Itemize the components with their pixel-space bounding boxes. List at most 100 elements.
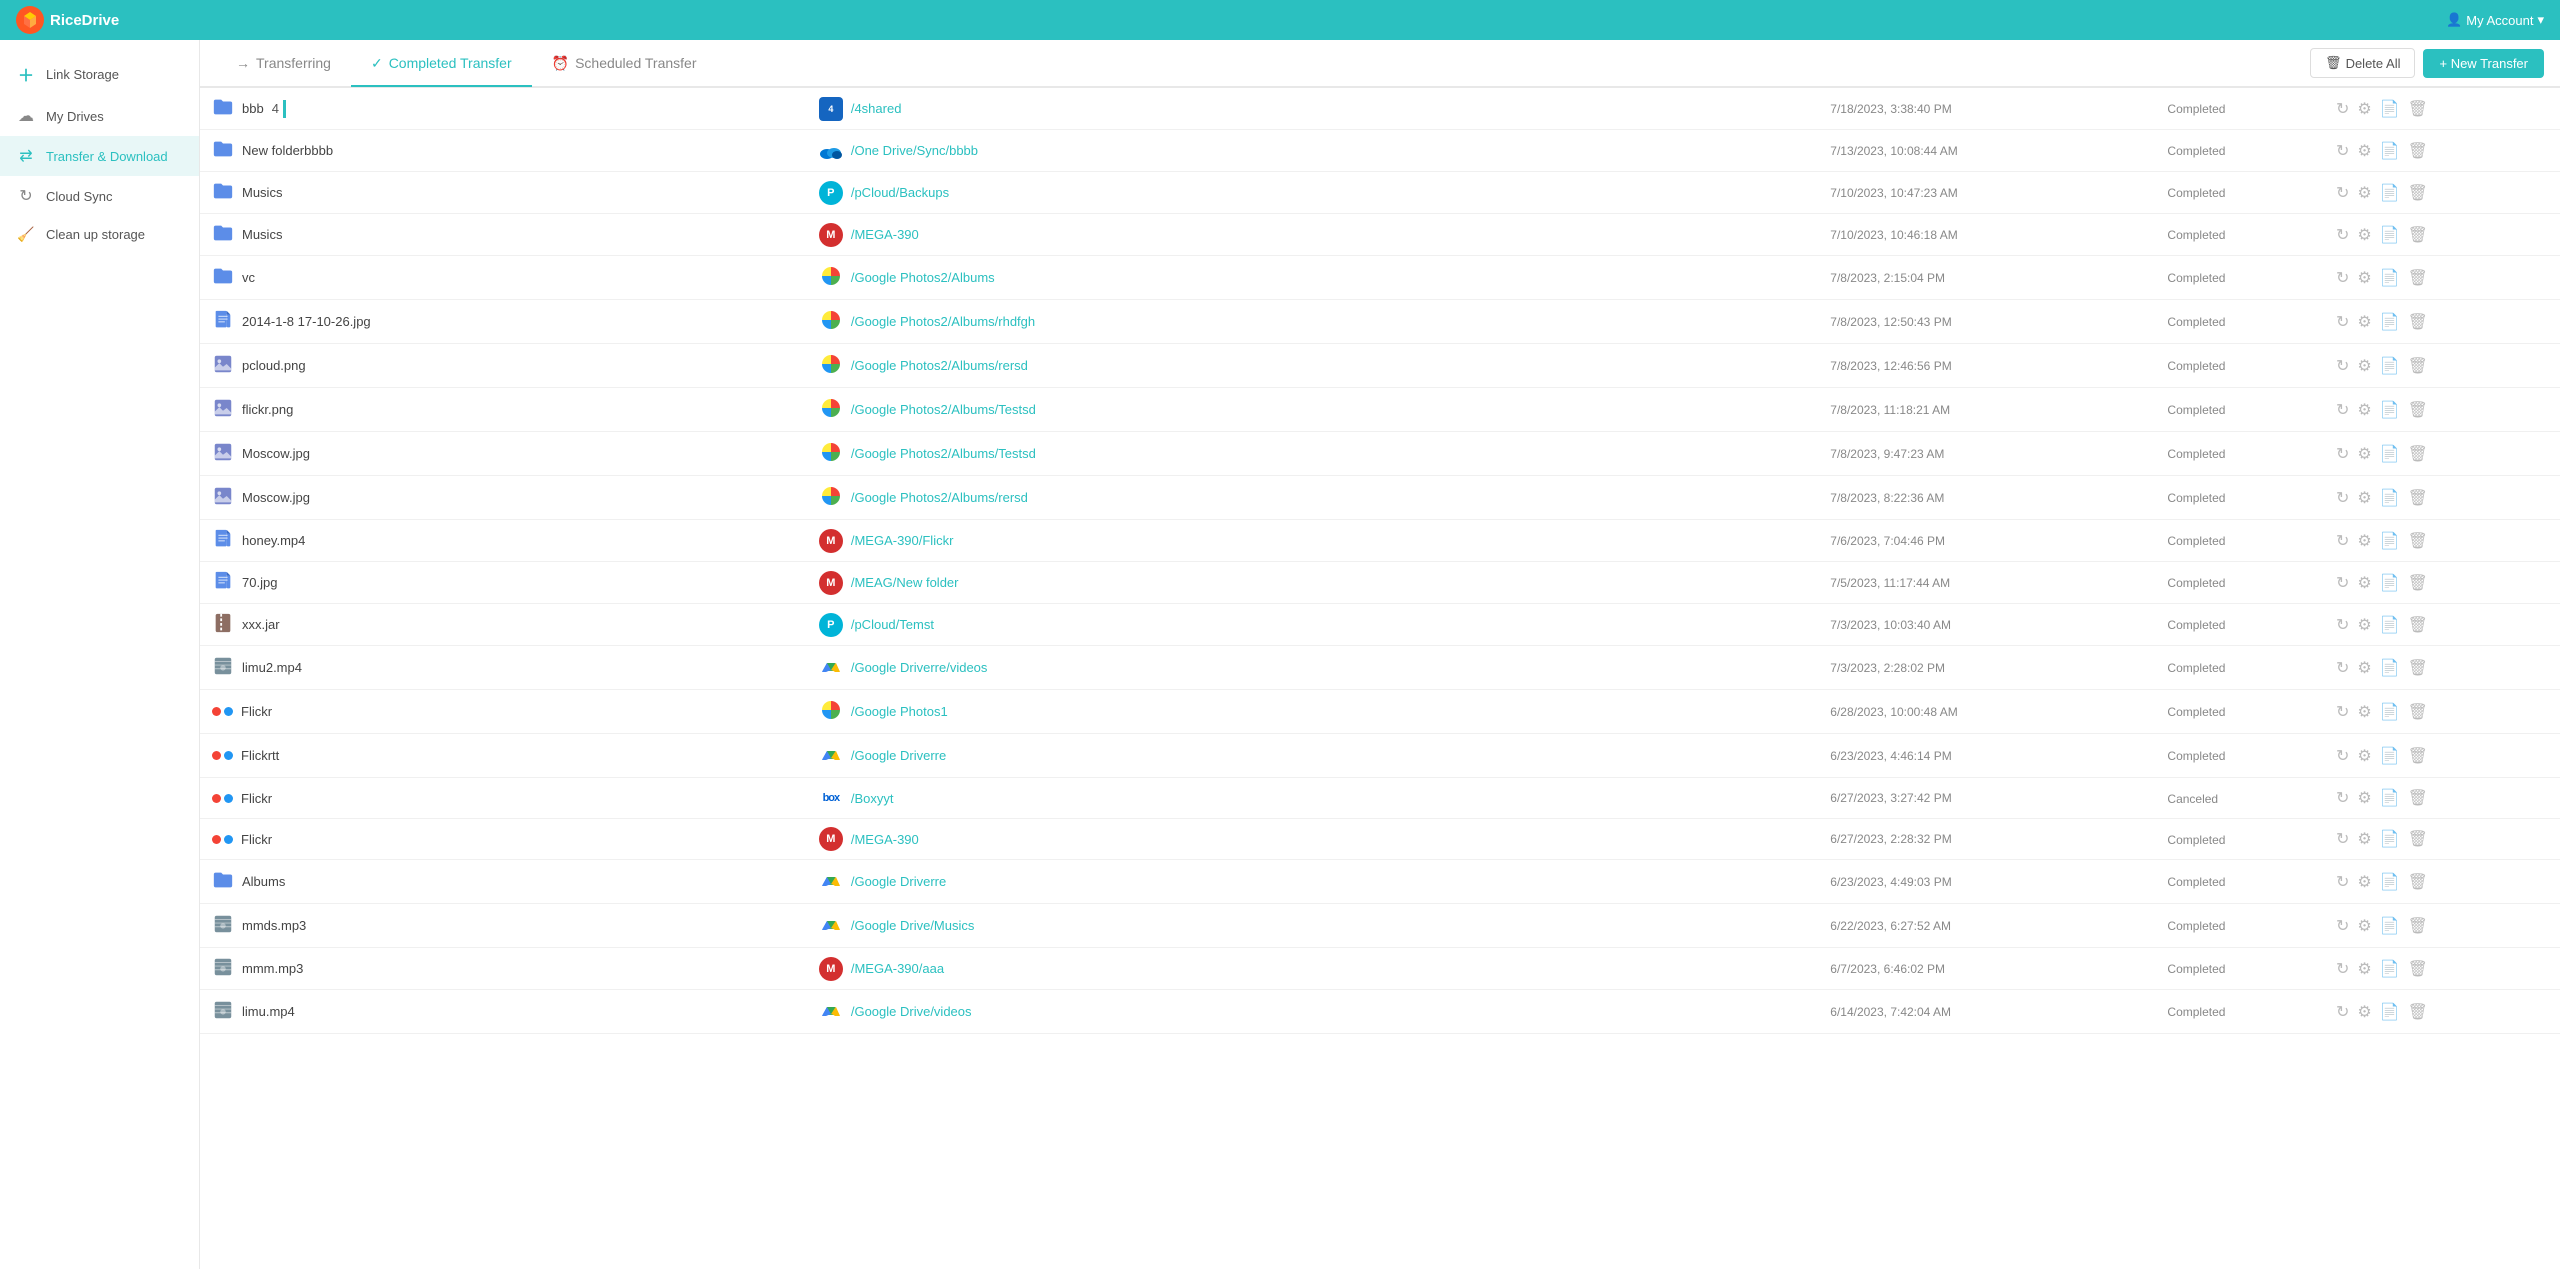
dest-path[interactable]: /Google Photos2/Albums/Testsd	[851, 446, 1036, 461]
refresh-icon[interactable]: ↻	[2336, 141, 2349, 161]
settings-icon[interactable]: ⚙	[2357, 615, 2371, 635]
refresh-icon[interactable]: ↻	[2336, 99, 2349, 119]
settings-icon[interactable]: ⚙	[2357, 183, 2371, 203]
delete-icon[interactable]: 🗑	[2408, 444, 2428, 464]
dest-path[interactable]: /Google Photos2/Albums	[851, 270, 995, 285]
refresh-icon[interactable]: ↻	[2336, 312, 2349, 332]
dest-path[interactable]: /Boxyyt	[851, 791, 894, 806]
refresh-icon[interactable]: ↻	[2336, 400, 2349, 420]
settings-icon[interactable]: ⚙	[2357, 872, 2371, 892]
delete-all-button[interactable]: 🗑 Delete All	[2310, 48, 2415, 78]
settings-icon[interactable]: ⚙	[2357, 99, 2371, 119]
new-transfer-button[interactable]: + New Transfer	[2423, 49, 2544, 78]
report-icon[interactable]: 📄	[2380, 573, 2400, 593]
refresh-icon[interactable]: ↻	[2336, 658, 2349, 678]
delete-icon[interactable]: 🗑	[2408, 225, 2428, 245]
settings-icon[interactable]: ⚙	[2357, 488, 2371, 508]
account-button[interactable]: 👤 My Account ▾	[2446, 12, 2544, 28]
settings-icon[interactable]: ⚙	[2357, 312, 2371, 332]
report-icon[interactable]: 📄	[2380, 312, 2400, 332]
refresh-icon[interactable]: ↻	[2336, 268, 2349, 288]
sidebar-item-clean-up[interactable]: 🧹 Clean up storage	[0, 216, 199, 253]
refresh-icon[interactable]: ↻	[2336, 829, 2349, 849]
report-icon[interactable]: 📄	[2380, 99, 2400, 119]
report-icon[interactable]: 📄	[2380, 702, 2400, 722]
delete-icon[interactable]: 🗑	[2408, 268, 2428, 288]
settings-icon[interactable]: ⚙	[2357, 829, 2371, 849]
refresh-icon[interactable]: ↻	[2336, 615, 2349, 635]
settings-icon[interactable]: ⚙	[2357, 573, 2371, 593]
settings-icon[interactable]: ⚙	[2357, 916, 2371, 936]
delete-icon[interactable]: 🗑	[2408, 916, 2428, 936]
dest-path[interactable]: /4shared	[851, 101, 902, 116]
settings-icon[interactable]: ⚙	[2357, 444, 2371, 464]
report-icon[interactable]: 📄	[2380, 872, 2400, 892]
refresh-icon[interactable]: ↻	[2336, 1002, 2349, 1022]
refresh-icon[interactable]: ↻	[2336, 916, 2349, 936]
delete-icon[interactable]: 🗑	[2408, 658, 2428, 678]
delete-icon[interactable]: 🗑	[2408, 573, 2428, 593]
dest-path[interactable]: /MEGA-390/aaa	[851, 961, 944, 976]
settings-icon[interactable]: ⚙	[2357, 788, 2371, 808]
report-icon[interactable]: 📄	[2380, 788, 2400, 808]
dest-path[interactable]: /Google Drive/Musics	[851, 918, 975, 933]
refresh-icon[interactable]: ↻	[2336, 872, 2349, 892]
delete-icon[interactable]: 🗑	[2408, 959, 2428, 979]
tab-scheduled[interactable]: ⏰ Scheduled Transfer	[532, 41, 717, 87]
report-icon[interactable]: 📄	[2380, 268, 2400, 288]
dest-path[interactable]: /MEGA-390	[851, 227, 919, 242]
dest-path[interactable]: /Google Driverre	[851, 748, 946, 763]
settings-icon[interactable]: ⚙	[2357, 702, 2371, 722]
dest-path[interactable]: /Google Photos2/Albums/Testsd	[851, 402, 1036, 417]
delete-icon[interactable]: 🗑	[2408, 702, 2428, 722]
delete-icon[interactable]: 🗑	[2408, 1002, 2428, 1022]
settings-icon[interactable]: ⚙	[2357, 1002, 2371, 1022]
dest-path[interactable]: /One Drive/Sync/bbbb	[851, 143, 978, 158]
settings-icon[interactable]: ⚙	[2357, 959, 2371, 979]
report-icon[interactable]: 📄	[2380, 829, 2400, 849]
refresh-icon[interactable]: ↻	[2336, 746, 2349, 766]
dest-path[interactable]: /Google Driverre	[851, 874, 946, 889]
report-icon[interactable]: 📄	[2380, 531, 2400, 551]
refresh-icon[interactable]: ↻	[2336, 573, 2349, 593]
delete-icon[interactable]: 🗑	[2408, 141, 2428, 161]
settings-icon[interactable]: ⚙	[2357, 356, 2371, 376]
refresh-icon[interactable]: ↻	[2336, 702, 2349, 722]
dest-path[interactable]: /Google Photos1	[851, 704, 948, 719]
delete-icon[interactable]: 🗑	[2408, 488, 2428, 508]
report-icon[interactable]: 📄	[2380, 488, 2400, 508]
settings-icon[interactable]: ⚙	[2357, 268, 2371, 288]
delete-icon[interactable]: 🗑	[2408, 788, 2428, 808]
dest-path[interactable]: /Google Photos2/Albums/rhdfgh	[851, 314, 1035, 329]
report-icon[interactable]: 📄	[2380, 658, 2400, 678]
tab-completed[interactable]: ✓ Completed Transfer	[351, 41, 532, 87]
refresh-icon[interactable]: ↻	[2336, 444, 2349, 464]
tab-transferring[interactable]: → Transferring	[216, 41, 351, 87]
sidebar-item-link-storage[interactable]: ＋ Link Storage	[0, 52, 199, 96]
dest-path[interactable]: /MEAG/New folder	[851, 575, 959, 590]
report-icon[interactable]: 📄	[2380, 400, 2400, 420]
report-icon[interactable]: 📄	[2380, 356, 2400, 376]
dest-path[interactable]: /pCloud/Backups	[851, 185, 949, 200]
dest-path[interactable]: /MEGA-390	[851, 832, 919, 847]
settings-icon[interactable]: ⚙	[2357, 225, 2371, 245]
dest-path[interactable]: /MEGA-390/Flickr	[851, 533, 954, 548]
delete-icon[interactable]: 🗑	[2408, 615, 2428, 635]
refresh-icon[interactable]: ↻	[2336, 488, 2349, 508]
delete-icon[interactable]: 🗑	[2408, 356, 2428, 376]
sidebar-item-my-drives[interactable]: ☁ My Drives	[0, 96, 199, 136]
dest-path[interactable]: /Google Photos2/Albums/rersd	[851, 358, 1028, 373]
report-icon[interactable]: 📄	[2380, 1002, 2400, 1022]
delete-icon[interactable]: 🗑	[2408, 829, 2428, 849]
report-icon[interactable]: 📄	[2380, 141, 2400, 161]
settings-icon[interactable]: ⚙	[2357, 746, 2371, 766]
delete-icon[interactable]: 🗑	[2408, 531, 2428, 551]
delete-icon[interactable]: 🗑	[2408, 99, 2428, 119]
delete-icon[interactable]: 🗑	[2408, 746, 2428, 766]
report-icon[interactable]: 📄	[2380, 615, 2400, 635]
dest-path[interactable]: /Google Photos2/Albums/rersd	[851, 490, 1028, 505]
refresh-icon[interactable]: ↻	[2336, 183, 2349, 203]
report-icon[interactable]: 📄	[2380, 225, 2400, 245]
report-icon[interactable]: 📄	[2380, 746, 2400, 766]
refresh-icon[interactable]: ↻	[2336, 788, 2349, 808]
